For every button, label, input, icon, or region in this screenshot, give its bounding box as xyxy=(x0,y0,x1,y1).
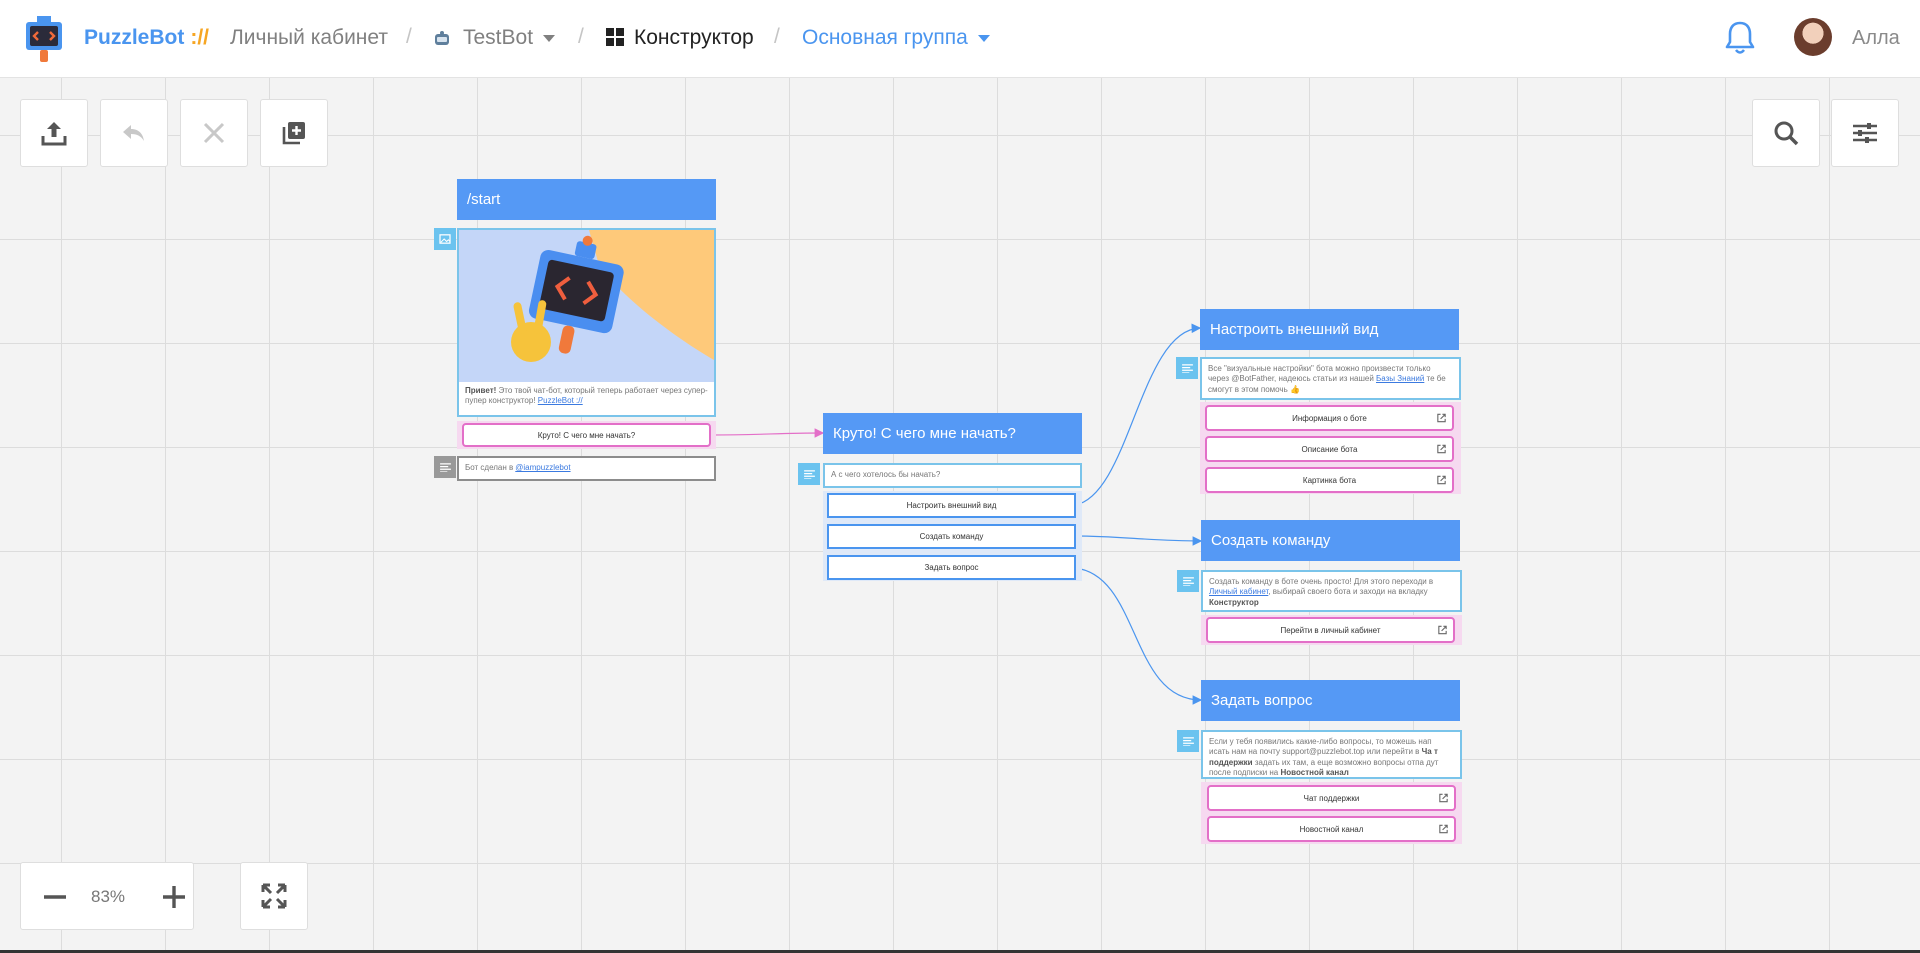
grid-icon xyxy=(606,28,624,46)
chevron-down-icon xyxy=(543,34,556,42)
start-inline-button[interactable]: Круто! С чего мне начать? xyxy=(462,423,711,447)
go-to-cabinet-button[interactable]: Перейти в личный кабинет xyxy=(1206,617,1455,643)
ask-question-button[interactable]: Задать вопрос xyxy=(827,555,1076,580)
bot-avatar-icon xyxy=(433,28,451,45)
external-link-icon xyxy=(1437,444,1446,454)
cabinet-link[interactable]: Личный кабинет xyxy=(1209,587,1268,596)
top-bar: PuzzleBot:// Личный кабинет / TestBot / … xyxy=(0,0,1920,78)
avatar[interactable] xyxy=(1794,18,1832,56)
breadcrumb-separator: / xyxy=(774,25,780,48)
text-message-icon xyxy=(1177,570,1199,592)
bot-info-button[interactable]: Информация о боте xyxy=(1205,405,1454,431)
begin-message[interactable]: А с чего хотелось бы начать? xyxy=(823,463,1082,488)
brand-name[interactable]: PuzzleBot:// xyxy=(84,26,209,50)
block-begin-title[interactable]: Круто! С чего мне начать? xyxy=(823,413,1082,454)
bot-description-button[interactable]: Описание бота xyxy=(1205,436,1454,462)
group-selector[interactable]: Основная группа xyxy=(802,26,990,50)
start-message[interactable]: Привет! Это твой чат-бот, который теперь… xyxy=(457,228,716,417)
block-start-title[interactable]: /start xyxy=(457,179,716,220)
bell-icon[interactable] xyxy=(1724,20,1756,56)
connection-start-to-begin xyxy=(710,428,825,438)
start-message-text: Привет! Это твой чат-бот, который теперь… xyxy=(465,386,708,406)
iampuzzlebot-link[interactable]: @iampuzzlebot xyxy=(515,463,570,473)
connection-to-command xyxy=(1074,535,1203,546)
bot-illustration xyxy=(459,230,714,382)
puzzlebot-logo-icon[interactable] xyxy=(24,16,64,62)
appearance-message[interactable]: Все "визуальные настройки" бота можно пр… xyxy=(1200,357,1461,400)
external-link-icon xyxy=(1439,793,1448,803)
knowledge-base-link[interactable]: Базы Знаний xyxy=(1376,374,1424,383)
question-message[interactable]: Если у тебя появились какие-либо вопросы… xyxy=(1201,730,1462,779)
news-channel-button[interactable]: Новостной канал xyxy=(1207,816,1456,842)
block-appearance-title[interactable]: Настроить внешний вид xyxy=(1200,309,1459,350)
support-chat-button[interactable]: Чат поддержки xyxy=(1207,785,1456,811)
breadcrumb-separator: / xyxy=(578,25,584,48)
command-message[interactable]: Создать команду в боте очень просто! Для… xyxy=(1201,570,1462,612)
external-link-icon xyxy=(1439,824,1448,834)
image-message-icon xyxy=(434,228,456,250)
user-name[interactable]: Алла xyxy=(1852,27,1900,50)
text-message-icon xyxy=(1177,730,1199,752)
breadcrumb-separator: / xyxy=(406,25,412,48)
block-command-title[interactable]: Создать команду xyxy=(1201,520,1460,561)
external-link-icon xyxy=(1437,413,1446,423)
text-message-icon xyxy=(1176,357,1198,379)
block-question-title[interactable]: Задать вопрос xyxy=(1201,680,1460,721)
footer-message[interactable]: Бот сделан в @iampuzzlebot xyxy=(457,456,716,481)
appearance-button[interactable]: Настроить внешний вид xyxy=(827,493,1076,518)
breadcrumb-cabinet[interactable]: Личный кабинет xyxy=(230,26,388,50)
breadcrumb-bot[interactable]: TestBot xyxy=(433,26,556,50)
create-command-button[interactable]: Создать команду xyxy=(827,524,1076,549)
external-link-icon xyxy=(1438,625,1447,635)
breadcrumb-constructor[interactable]: Конструктор xyxy=(606,26,754,50)
chevron-down-icon xyxy=(977,34,990,42)
external-link-icon xyxy=(1437,475,1446,485)
puzzlebot-link[interactable]: PuzzleBot :// xyxy=(538,396,583,405)
connection-to-appearance xyxy=(1074,323,1202,506)
text-message-icon xyxy=(434,456,456,478)
text-message-icon xyxy=(798,463,820,485)
bot-picture-button[interactable]: Картинка бота xyxy=(1205,467,1454,493)
